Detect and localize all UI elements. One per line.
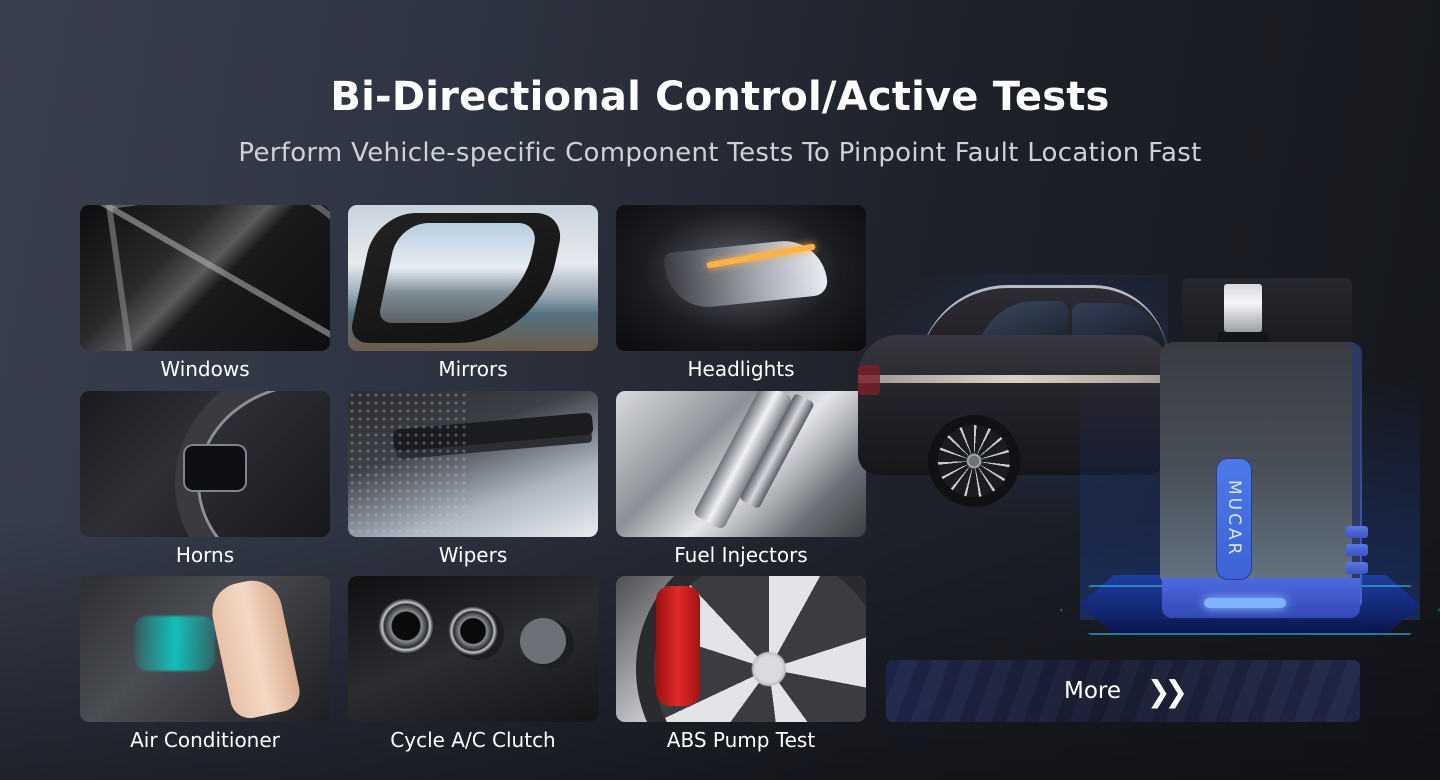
test-tile-fuel-injectors[interactable]: Fuel Injectors xyxy=(616,391,866,567)
test-tile-ac-clutch[interactable]: Cycle A/C Clutch xyxy=(348,576,598,752)
fuel-injectors-photo xyxy=(616,391,866,537)
headlights-photo xyxy=(616,205,866,351)
test-tile-headlights[interactable]: Headlights xyxy=(616,205,866,381)
test-label: Mirrors xyxy=(438,357,508,381)
more-button[interactable]: More ❯❯ xyxy=(886,660,1360,722)
test-label: Windows xyxy=(160,357,250,381)
device-grip-rib xyxy=(1346,544,1368,556)
double-chevron-right-icon: ❯❯ xyxy=(1147,673,1188,709)
test-tile-wipers[interactable]: Wipers xyxy=(348,391,598,567)
page-subtitle: Perform Vehicle-specific Component Tests… xyxy=(238,138,1202,168)
windows-photo xyxy=(80,205,330,351)
test-label: Wipers xyxy=(438,543,508,567)
test-label: Fuel Injectors xyxy=(674,543,808,567)
obd-device-image: MUCAR xyxy=(1160,278,1368,618)
device-grip-rib xyxy=(1346,526,1368,538)
test-label: Air Conditioner xyxy=(130,728,280,752)
brand-logo-text: MUCAR xyxy=(1224,480,1244,558)
air-conditioner-photo xyxy=(80,576,330,722)
horns-photo xyxy=(80,391,330,537)
mirrors-photo xyxy=(348,205,598,351)
test-tile-horns[interactable]: Horns xyxy=(80,391,330,567)
wipers-photo xyxy=(348,391,598,537)
test-tile-mirrors[interactable]: Mirrors xyxy=(348,205,598,381)
obd-pin xyxy=(1224,284,1262,332)
car-taillight xyxy=(858,365,880,395)
test-tile-air-conditioner[interactable]: Air Conditioner xyxy=(80,576,330,752)
device-shell xyxy=(1160,342,1360,582)
test-grid: Windows Mirrors Headlights Horns Wipers … xyxy=(80,205,866,765)
page-title: Bi-Directional Control/Active Tests xyxy=(330,74,1110,120)
ac-clutch-photo xyxy=(348,576,598,722)
abs-pump-photo xyxy=(616,576,866,722)
test-tile-abs-pump[interactable]: ABS Pump Test xyxy=(616,576,866,752)
device-status-light xyxy=(1204,598,1286,608)
test-tile-windows[interactable]: Windows xyxy=(80,205,330,381)
device-grip-rib xyxy=(1346,562,1368,574)
test-label: Horns xyxy=(175,543,235,567)
test-label: Headlights xyxy=(687,357,795,381)
test-label: Cycle A/C Clutch xyxy=(390,728,556,752)
more-button-label: More xyxy=(1064,678,1122,704)
test-label: ABS Pump Test xyxy=(666,728,816,752)
car-wheel xyxy=(928,415,1020,507)
brand-logo-badge: MUCAR xyxy=(1216,458,1252,580)
